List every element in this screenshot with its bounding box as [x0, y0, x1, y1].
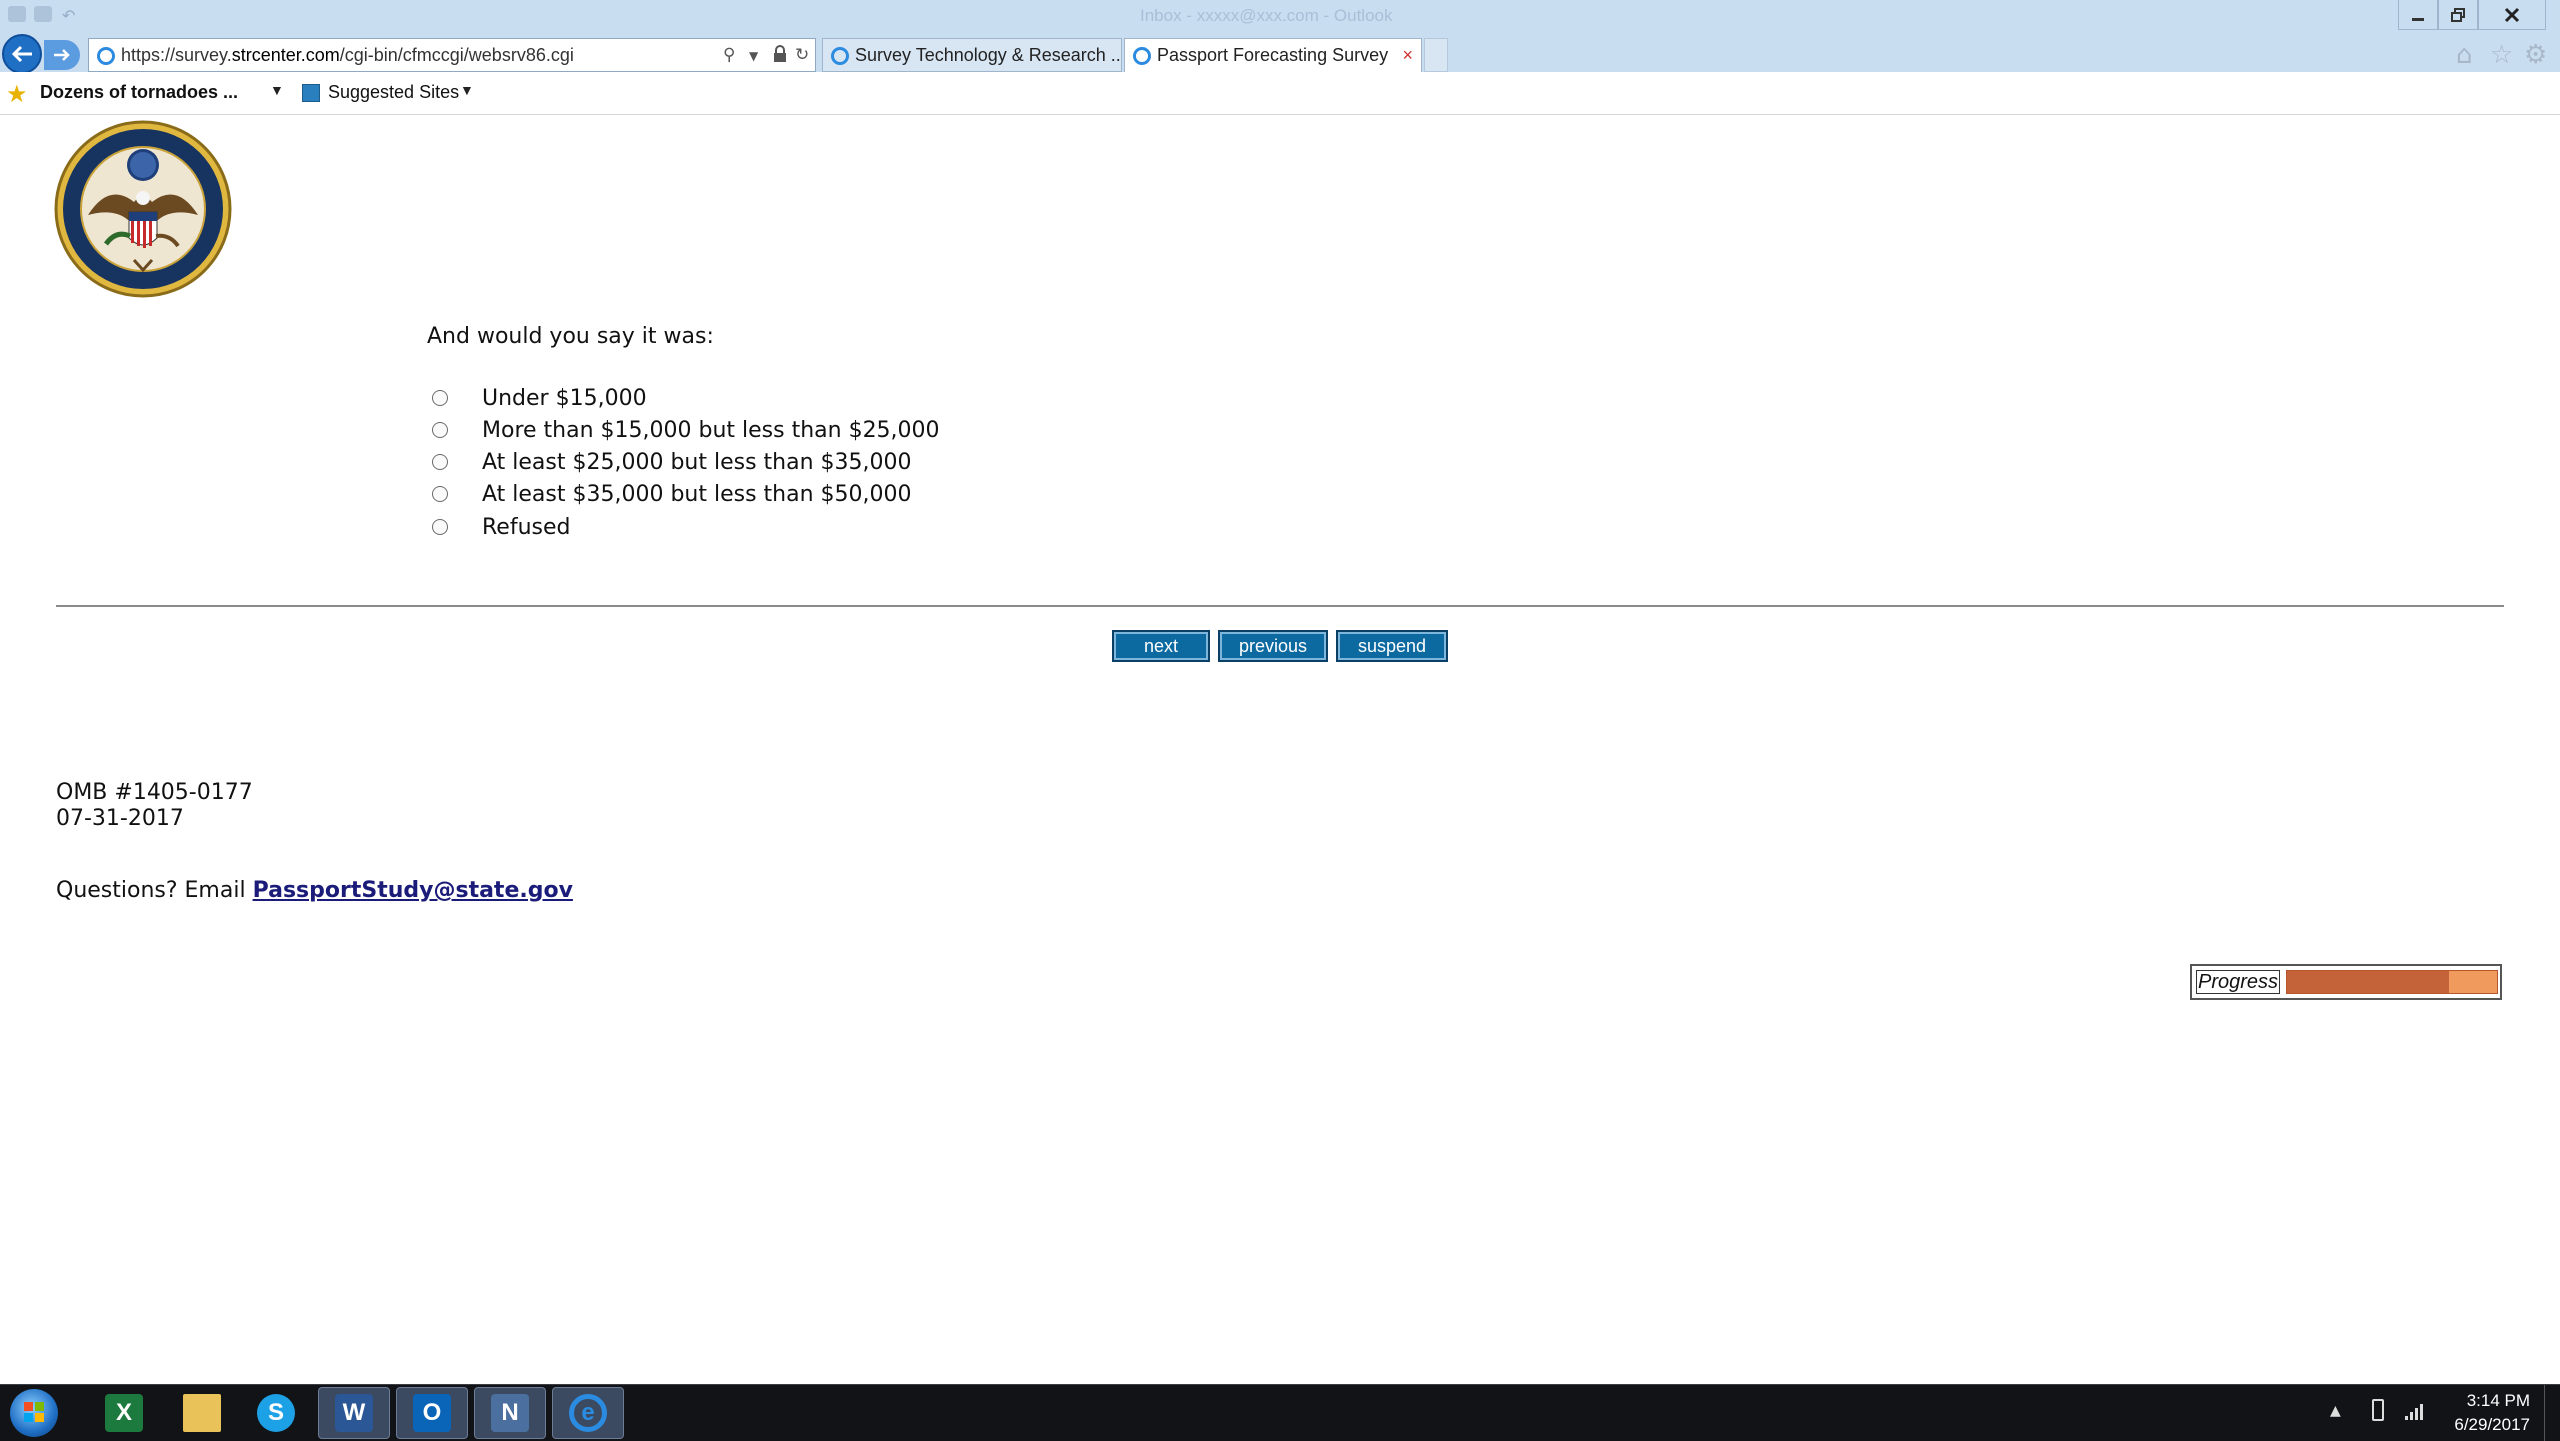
option-label[interactable]: At least $35,000 but less than $50,000: [482, 482, 912, 507]
taskbar-skype[interactable]: S: [240, 1387, 312, 1439]
close-icon: [2504, 7, 2520, 22]
clock-date[interactable]: 6/29/2017: [2420, 1415, 2530, 1435]
option-under-15000[interactable]: Under $15,000: [432, 384, 647, 412]
progress-bar: [2286, 970, 2498, 994]
url-prefix: https://survey.: [121, 44, 232, 65]
url-host: strcenter.com: [231, 44, 340, 65]
excel-icon: X: [105, 1394, 143, 1432]
window-title: Inbox - xxxxx@xxx.com - Outlook: [1140, 6, 1393, 25]
radio-button[interactable]: [432, 422, 448, 438]
favorite-link-suggested-sites[interactable]: Suggested Sites: [328, 82, 459, 103]
option-35000-to-50000[interactable]: At least $35,000 but less than $50,000: [432, 480, 912, 508]
restore-button[interactable]: [2438, 0, 2478, 30]
new-tab-button[interactable]: [1424, 38, 1448, 72]
word-icon: W: [335, 1394, 373, 1432]
option-label[interactable]: At least $25,000 but less than $35,000: [482, 450, 912, 475]
option-refused[interactable]: Refused: [432, 513, 570, 541]
undo-icon[interactable]: ↶: [62, 6, 80, 25]
radio-button[interactable]: [432, 454, 448, 470]
tab-label: Survey Technology & Research ...: [855, 44, 1122, 65]
battery-icon[interactable]: [2372, 1399, 2384, 1421]
tab-ie-icon: [1133, 47, 1151, 65]
favorite-link-tornadoes[interactable]: Dozens of tornadoes ...: [40, 82, 238, 103]
search-dropdown-icon[interactable]: ▼: [749, 49, 758, 63]
site-ie-icon: [97, 47, 115, 65]
favorites-star-icon[interactable]: ★: [6, 80, 28, 109]
forward-button[interactable]: [44, 40, 80, 70]
radio-button[interactable]: [432, 486, 448, 502]
refresh-icon[interactable]: ↻: [795, 45, 809, 65]
department-of-state-seal: [54, 120, 232, 298]
address-url[interactable]: https://survey.strcenter.com/cgi-bin/cfm…: [121, 45, 574, 66]
tab-label: Passport Forecasting Survey: [1157, 45, 1389, 65]
option-15000-to-25000[interactable]: More than $15,000 but less than $25,000: [432, 416, 940, 444]
tab-passport-forecasting-survey[interactable]: Passport Forecasting Survey ×: [1124, 38, 1422, 72]
progress-indicator: Progress: [2190, 964, 2502, 1000]
file-explorer-icon: [183, 1394, 221, 1432]
taskbar: X S W O N e ▲ 3:14 PM 6/29/2017: [0, 1384, 2560, 1441]
taskbar-excel[interactable]: X: [88, 1387, 160, 1439]
chevron-down-icon[interactable]: ▼: [270, 82, 284, 98]
option-label[interactable]: Under $15,000: [482, 386, 647, 411]
suspend-button[interactable]: suspend: [1336, 630, 1448, 662]
radio-button[interactable]: [432, 519, 448, 535]
favorites-star-icon[interactable]: ☆: [2490, 40, 2513, 70]
back-button[interactable]: [2, 34, 42, 74]
omb-number: OMB #1405-0177: [56, 780, 253, 805]
restore-icon: [2451, 7, 2465, 22]
taskbar-file-explorer[interactable]: [166, 1387, 238, 1439]
close-tab-icon[interactable]: ×: [1402, 45, 1413, 66]
option-label[interactable]: Refused: [482, 515, 570, 540]
clock-time[interactable]: 3:14 PM: [2420, 1391, 2530, 1411]
show-hidden-icons-icon[interactable]: ▲: [2330, 1403, 2341, 1419]
option-25000-to-35000[interactable]: At least $25,000 but less than $35,000: [432, 448, 912, 476]
favorites-bar: ★ Dozens of tornadoes ... ▼ Suggested Si…: [0, 72, 2560, 115]
show-desktop-button[interactable]: [2544, 1385, 2560, 1441]
minimize-icon: [2412, 17, 2424, 21]
close-window-button[interactable]: [2478, 0, 2546, 30]
question-text: And would you say it was:: [427, 324, 714, 349]
progress-bar-fill: [2287, 971, 2449, 993]
omb-expiration-date: 07-31-2017: [56, 806, 184, 831]
next-button[interactable]: next: [1112, 630, 1210, 662]
lock-icon[interactable]: [773, 45, 787, 68]
option-label[interactable]: More than $15,000 but less than $25,000: [482, 418, 940, 443]
url-path: /cgi-bin/cfmccgi/websrv86.cgi: [339, 44, 574, 65]
minimize-button[interactable]: [2398, 0, 2438, 30]
suggested-sites-icon: [302, 84, 320, 102]
tab-survey-technology[interactable]: Survey Technology & Research ...: [822, 38, 1122, 72]
divider: [56, 605, 2504, 607]
radio-button[interactable]: [432, 390, 448, 406]
taskbar-outlook[interactable]: O: [396, 1387, 468, 1439]
tab-ie-icon: [831, 47, 849, 65]
outlook-icon: O: [413, 1394, 451, 1432]
email-link[interactable]: PassportStudy@state.gov: [253, 878, 573, 903]
skype-icon: S: [257, 1394, 295, 1432]
address-bar[interactable]: https://survey.strcenter.com/cgi-bin/cfm…: [88, 38, 816, 72]
windows-logo-icon: [24, 1402, 44, 1422]
settings-gear-icon[interactable]: ⚙: [2524, 40, 2547, 70]
back-arrow-icon: [11, 45, 32, 63]
questions-prefix: Questions? Email: [56, 878, 253, 903]
internet-explorer-icon: e: [569, 1394, 607, 1432]
start-button[interactable]: [10, 1389, 58, 1437]
nvivo-icon: N: [491, 1394, 529, 1432]
taskbar-internet-explorer[interactable]: e: [552, 1387, 624, 1439]
taskbar-nvivo[interactable]: N: [474, 1387, 546, 1439]
chevron-down-icon[interactable]: ▼: [460, 82, 474, 98]
search-icon[interactable]: ⚲: [723, 45, 735, 65]
app-menu-icon[interactable]: [8, 6, 26, 22]
taskbar-word[interactable]: W: [318, 1387, 390, 1439]
progress-label: Progress: [2196, 970, 2280, 994]
previous-button[interactable]: previous: [1218, 630, 1328, 662]
questions-contact: Questions? Email PassportStudy@state.gov: [56, 878, 573, 903]
home-icon[interactable]: ⌂: [2456, 40, 2473, 70]
forward-arrow-icon: [54, 49, 70, 61]
save-icon[interactable]: [34, 6, 52, 22]
